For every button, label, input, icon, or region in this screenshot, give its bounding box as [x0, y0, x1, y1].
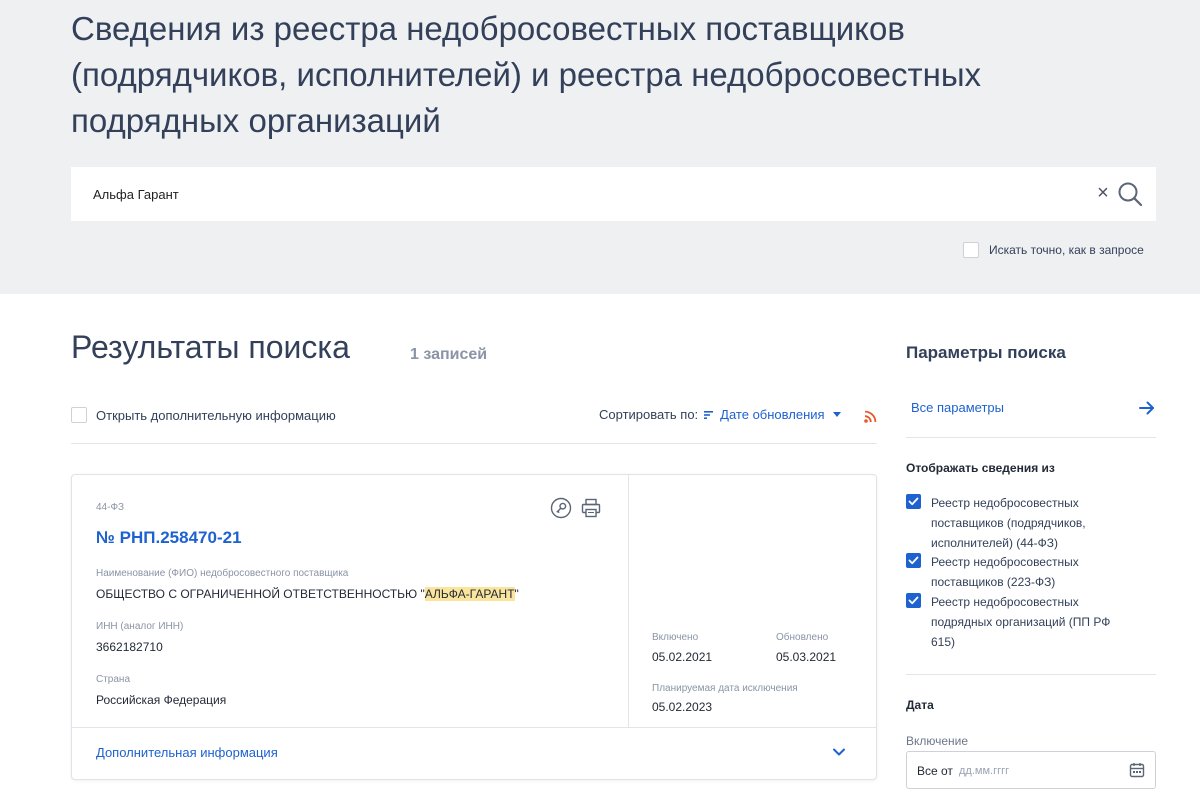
- sort-value[interactable]: Дате обновления: [720, 407, 824, 422]
- country-label: Страна: [96, 674, 131, 685]
- updated-date: 05.03.2021: [776, 650, 837, 664]
- supplier-name-suffix: ": [514, 587, 519, 601]
- sort-control[interactable]: Сортировать по: Дате обновления: [599, 407, 841, 422]
- card-divider: [72, 727, 876, 728]
- inclusion-date-from-field: Все от: [906, 751, 1156, 789]
- check-icon: [908, 497, 919, 506]
- exact-search-label: Искать точно, как в запросе: [989, 243, 1144, 257]
- card-divider: [628, 475, 629, 727]
- date-section-title: Дата: [906, 698, 934, 712]
- date-from-prefix: Все от: [917, 764, 953, 778]
- sidebar-title: Параметры поиска: [906, 343, 1066, 362]
- planned-exclusion-date: 05.02.2023: [652, 700, 713, 714]
- inclusion-label: Включение: [906, 734, 969, 748]
- print-icon[interactable]: [580, 497, 602, 519]
- registry-option-label: Реестр недобросовестных поставщиков (под…: [931, 496, 1086, 550]
- law-tag: 44-ФЗ: [96, 502, 125, 513]
- country-value: Российская Федерация: [96, 693, 227, 707]
- registry-option-label: Реестр недобросовестных поставщиков (223…: [931, 555, 1079, 589]
- search-icon[interactable]: [1116, 180, 1144, 208]
- supplier-name-highlight: АЛЬФА-ГАРАНТ: [424, 587, 515, 601]
- sort-lines-icon: [704, 410, 714, 419]
- registry-option-615[interactable]: Реестр недобросовестных подрядных органи…: [906, 592, 1121, 652]
- sidebar-divider: [906, 674, 1156, 675]
- key-icon[interactable]: [550, 497, 572, 519]
- page-title: Сведения из реестра недобросовестных пос…: [71, 10, 982, 139]
- registry-checkbox[interactable]: [906, 553, 921, 568]
- check-icon: [908, 556, 919, 565]
- search-input[interactable]: [93, 167, 1083, 221]
- supplier-label: Наименование (ФИО) недобросовестного пос…: [96, 568, 349, 579]
- open-info-label: Открыть дополнительную информацию: [96, 407, 336, 423]
- supplier-name: ОБЩЕСТВО С ОГРАНИЧЕННОЙ ОТВЕТСТВЕННОСТЬЮ…: [96, 587, 519, 601]
- chevron-down-icon[interactable]: [832, 747, 846, 757]
- registry-number-link[interactable]: № РНП.258470-21: [96, 528, 242, 548]
- inn-value: 3662182710: [96, 640, 163, 654]
- exact-search-checkbox[interactable]: [963, 242, 979, 258]
- results-count: 1 записей: [410, 346, 488, 363]
- arrow-right-icon[interactable]: [1138, 399, 1156, 417]
- registry-option-label: Реестр недобросовестных подрядных органи…: [931, 595, 1111, 649]
- included-date: 05.02.2021: [652, 650, 713, 664]
- rss-icon[interactable]: [864, 410, 877, 423]
- inn-label: ИНН (аналог ИНН): [96, 621, 184, 632]
- registry-option-44[interactable]: Реестр недобросовестных поставщиков (под…: [906, 493, 1121, 553]
- supplier-name-prefix: ОБЩЕСТВО С ОГРАНИЧЕННОЙ ОТВЕТСТВЕННОСТЬЮ…: [96, 587, 425, 601]
- registry-checkbox[interactable]: [906, 494, 921, 509]
- results-title: Результаты поиска: [71, 329, 350, 365]
- sidebar-divider: [906, 437, 1156, 438]
- chevron-down-icon[interactable]: [832, 412, 841, 417]
- search-box: ×: [71, 167, 1156, 221]
- card-actions: [550, 497, 610, 519]
- registry-option-223[interactable]: Реестр недобросовестных поставщиков (223…: [906, 552, 1121, 592]
- registry-checkbox[interactable]: [906, 593, 921, 608]
- header-band: Сведения из реестра недобросовестных пос…: [0, 0, 1200, 294]
- show-from-title: Отображать сведения из: [906, 461, 1055, 475]
- included-label: Включено: [652, 632, 699, 643]
- check-icon: [908, 596, 919, 605]
- all-params-link[interactable]: Все параметры: [911, 400, 1004, 415]
- updated-label: Обновлено: [776, 632, 829, 643]
- sort-label: Сортировать по:: [599, 407, 699, 422]
- exact-search-option[interactable]: Искать точно, как в запросе: [963, 241, 1144, 259]
- open-info-checkbox[interactable]: [71, 407, 87, 423]
- inclusion-date-from-input[interactable]: [959, 760, 1119, 782]
- clear-icon[interactable]: ×: [1093, 181, 1113, 205]
- planned-exclusion-label: Планируемая дата исключения: [652, 683, 798, 694]
- more-info-toggle[interactable]: Дополнительная информация: [96, 745, 278, 760]
- calendar-icon[interactable]: [1129, 762, 1145, 778]
- result-card: 44-ФЗ № РНП.258470-21 Наименование (ФИО)…: [71, 474, 877, 780]
- results-divider: [71, 443, 877, 444]
- open-info-option[interactable]: Открыть дополнительную информацию: [71, 407, 336, 423]
